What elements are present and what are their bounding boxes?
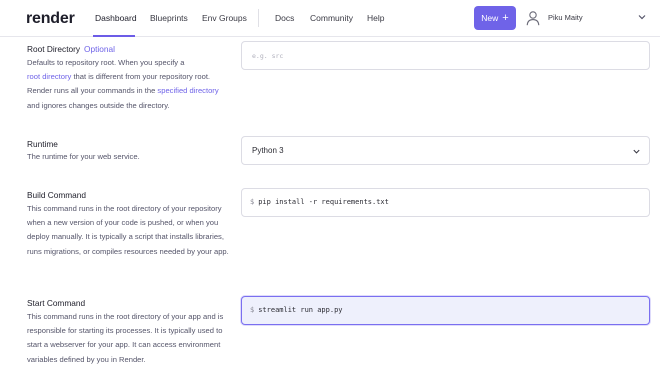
build-command-label: Build Command <box>27 190 87 200</box>
root-directory-link[interactable]: root directory <box>27 72 71 81</box>
runtime-label: Runtime <box>27 139 58 149</box>
desc-text: and ignores changes outside the director… <box>27 100 170 110</box>
plus-icon: + <box>502 11 509 24</box>
nav-active-indicator <box>93 35 135 37</box>
new-button[interactable]: New + <box>474 6 516 30</box>
shell-prompt: $ <box>250 198 255 206</box>
runtime-selected-value: Python 3 <box>252 146 284 155</box>
runtime-description: The runtime for your web service. <box>27 152 140 161</box>
nav-docs[interactable]: Docs <box>275 13 294 23</box>
build-command-input[interactable]: $ pip install -r requirements.txt <box>241 188 650 217</box>
root-directory-input[interactable]: e.g. src <box>241 41 650 70</box>
desc-text: that is different from your repository r… <box>71 72 211 82</box>
user-avatar-icon[interactable] <box>526 10 540 26</box>
user-name[interactable]: Piku Maity <box>548 13 583 22</box>
new-button-label: New <box>481 13 499 23</box>
shell-prompt: $ <box>250 306 255 314</box>
build-command-text: pip install -r requirements.txt <box>258 198 389 206</box>
nav-help[interactable]: Help <box>367 13 384 23</box>
root-directory-label: Root Directory Optional <box>27 44 115 54</box>
root-directory-placeholder: e.g. src <box>252 52 284 60</box>
nav-env-groups[interactable]: Env Groups <box>202 13 247 23</box>
build-command-description: This command runs in the root directory … <box>27 204 229 256</box>
chevron-down-icon <box>633 149 640 154</box>
start-command-description: This command runs in the root directory … <box>27 312 224 364</box>
desc-text: Defaults to repository root. When you sp… <box>27 58 185 67</box>
build-command-value: $ pip install -r requirements.txt <box>250 198 389 206</box>
nav-divider <box>258 9 259 27</box>
render-logo[interactable]: render <box>26 10 75 28</box>
desc-text: Render runs all your commands in the <box>27 86 158 96</box>
root-directory-description: Defaults to repository root. When you sp… <box>27 56 232 113</box>
chevron-down-icon[interactable] <box>637 12 647 22</box>
start-command-input[interactable]: $ streamlit run app.py <box>241 296 650 325</box>
start-command-value: $ streamlit run app.py <box>250 306 343 314</box>
top-navbar: render Dashboard Blueprints Env Groups D… <box>0 0 660 37</box>
nav-dashboard[interactable]: Dashboard <box>95 13 137 23</box>
root-directory-title: Root Directory <box>27 44 81 54</box>
runtime-select[interactable]: Python 3 <box>241 136 650 165</box>
nav-blueprints[interactable]: Blueprints <box>150 13 188 23</box>
nav-community[interactable]: Community <box>310 13 353 23</box>
start-command-label: Start Command <box>27 298 86 308</box>
start-command-text: streamlit run app.py <box>258 306 343 314</box>
specified-directory-link[interactable]: specified directory <box>157 86 218 95</box>
optional-tag: Optional <box>84 44 115 54</box>
